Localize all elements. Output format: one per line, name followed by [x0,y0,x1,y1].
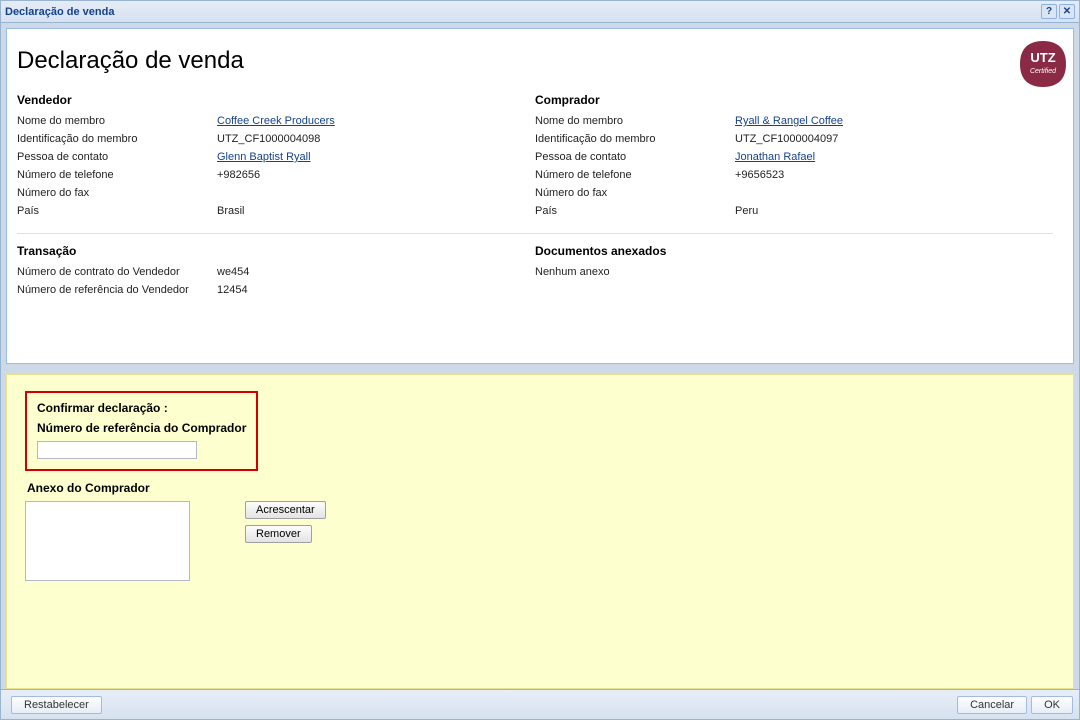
buyer-fax-label: Número do fax [535,187,735,199]
buyer-country: Peru [735,205,1053,217]
buyer-attach-row: Acrescentar Remover [25,501,1055,581]
vendor-member-name-label: Nome do membro [17,115,217,127]
vendor-country: Brasil [217,205,535,217]
cancel-button[interactable]: Cancelar [957,696,1027,714]
confirm-highlight: Confirmar declaração : Número de referên… [25,391,258,471]
transaction-heading: Transação [17,244,535,258]
buyer-member-id-label: Identificação do membro [535,133,735,145]
page-title: Declaração de venda [17,47,1053,75]
attachments-heading: Documentos anexados [535,244,1053,258]
confirm-panel: Confirmar declaração : Número de referên… [6,374,1074,689]
body-area: UTZ Certified Declaração de venda Vended… [1,23,1079,689]
vendor-phone-label: Número de telefone [17,169,217,181]
dialog-window: Declaração de venda ? ✕ UTZ Certified De… [0,0,1080,720]
lower-columns: Transação Número de contrato do Vendedor… [17,244,1053,302]
vendor-fax-label: Número do fax [17,187,217,199]
vendor-heading: Vendedor [17,93,535,107]
buyer-heading: Comprador [535,93,1053,107]
buyer-attach-label: Anexo do Comprador [27,481,1055,495]
seller-contract-label: Número de contrato do Vendedor [17,266,217,278]
remove-attachment-button[interactable]: Remover [245,525,312,543]
buyer-ref-input[interactable] [37,441,197,459]
ok-button[interactable]: OK [1031,696,1073,714]
seller-contract: we454 [217,266,535,278]
seller-ref: 12454 [217,284,535,296]
party-columns: Vendedor Nome do membroCoffee Creek Prod… [17,93,1053,223]
svg-text:UTZ: UTZ [1030,50,1055,65]
utz-certified-logo-icon: UTZ Certified [1018,39,1068,89]
vendor-member-id-label: Identificação do membro [17,133,217,145]
buyer-member-name-label: Nome do membro [535,115,735,127]
seller-ref-label: Número de referência do Vendedor [17,284,217,296]
vendor-phone: +982656 [217,169,535,181]
attach-buttons: Acrescentar Remover [245,501,326,549]
buyer-contact-link[interactable]: Jonathan Rafael [735,151,1053,163]
transaction-column: Transação Número de contrato do Vendedor… [17,244,535,302]
svg-text:Certified: Certified [1030,68,1057,75]
buyer-member-name-link[interactable]: Ryall & Rangel Coffee [735,115,1053,127]
add-attachment-button[interactable]: Acrescentar [245,501,326,519]
details-content: UTZ Certified Declaração de venda Vended… [7,29,1073,312]
titlebar: Declaração de venda ? ✕ [1,1,1079,23]
buyer-fax [735,187,1053,199]
vendor-column: Vendedor Nome do membroCoffee Creek Prod… [17,93,535,223]
divider [17,233,1053,234]
buyer-phone: +9656523 [735,169,1053,181]
details-scroll-panel[interactable]: UTZ Certified Declaração de venda Vended… [6,28,1074,364]
vendor-fax [217,187,535,199]
vendor-member-id: UTZ_CF1000004098 [217,133,535,145]
buyer-attach-listbox[interactable] [25,501,190,581]
vendor-member-name-link[interactable]: Coffee Creek Producers [217,115,535,127]
buyer-ref-label: Número de referência do Comprador [37,421,246,435]
buyer-country-label: País [535,205,735,217]
buyer-phone-label: Número de telefone [535,169,735,181]
help-icon[interactable]: ? [1041,4,1057,19]
dialog-footer: Restabelecer Cancelar OK [1,689,1079,719]
buyer-contact-label: Pessoa de contato [535,151,735,163]
close-icon[interactable]: ✕ [1059,4,1075,19]
vendor-country-label: País [17,205,217,217]
vendor-contact-link[interactable]: Glenn Baptist Ryall [217,151,535,163]
buyer-column: Comprador Nome do membroRyall & Rangel C… [535,93,1053,223]
attachments-column: Documentos anexados Nenhum anexo [535,244,1053,302]
buyer-member-id: UTZ_CF1000004097 [735,133,1053,145]
reset-button[interactable]: Restabelecer [11,696,102,714]
vendor-contact-label: Pessoa de contato [17,151,217,163]
window-title: Declaração de venda [5,6,1039,18]
confirm-title: Confirmar declaração : [37,401,246,415]
attachments-none: Nenhum anexo [535,266,1053,278]
